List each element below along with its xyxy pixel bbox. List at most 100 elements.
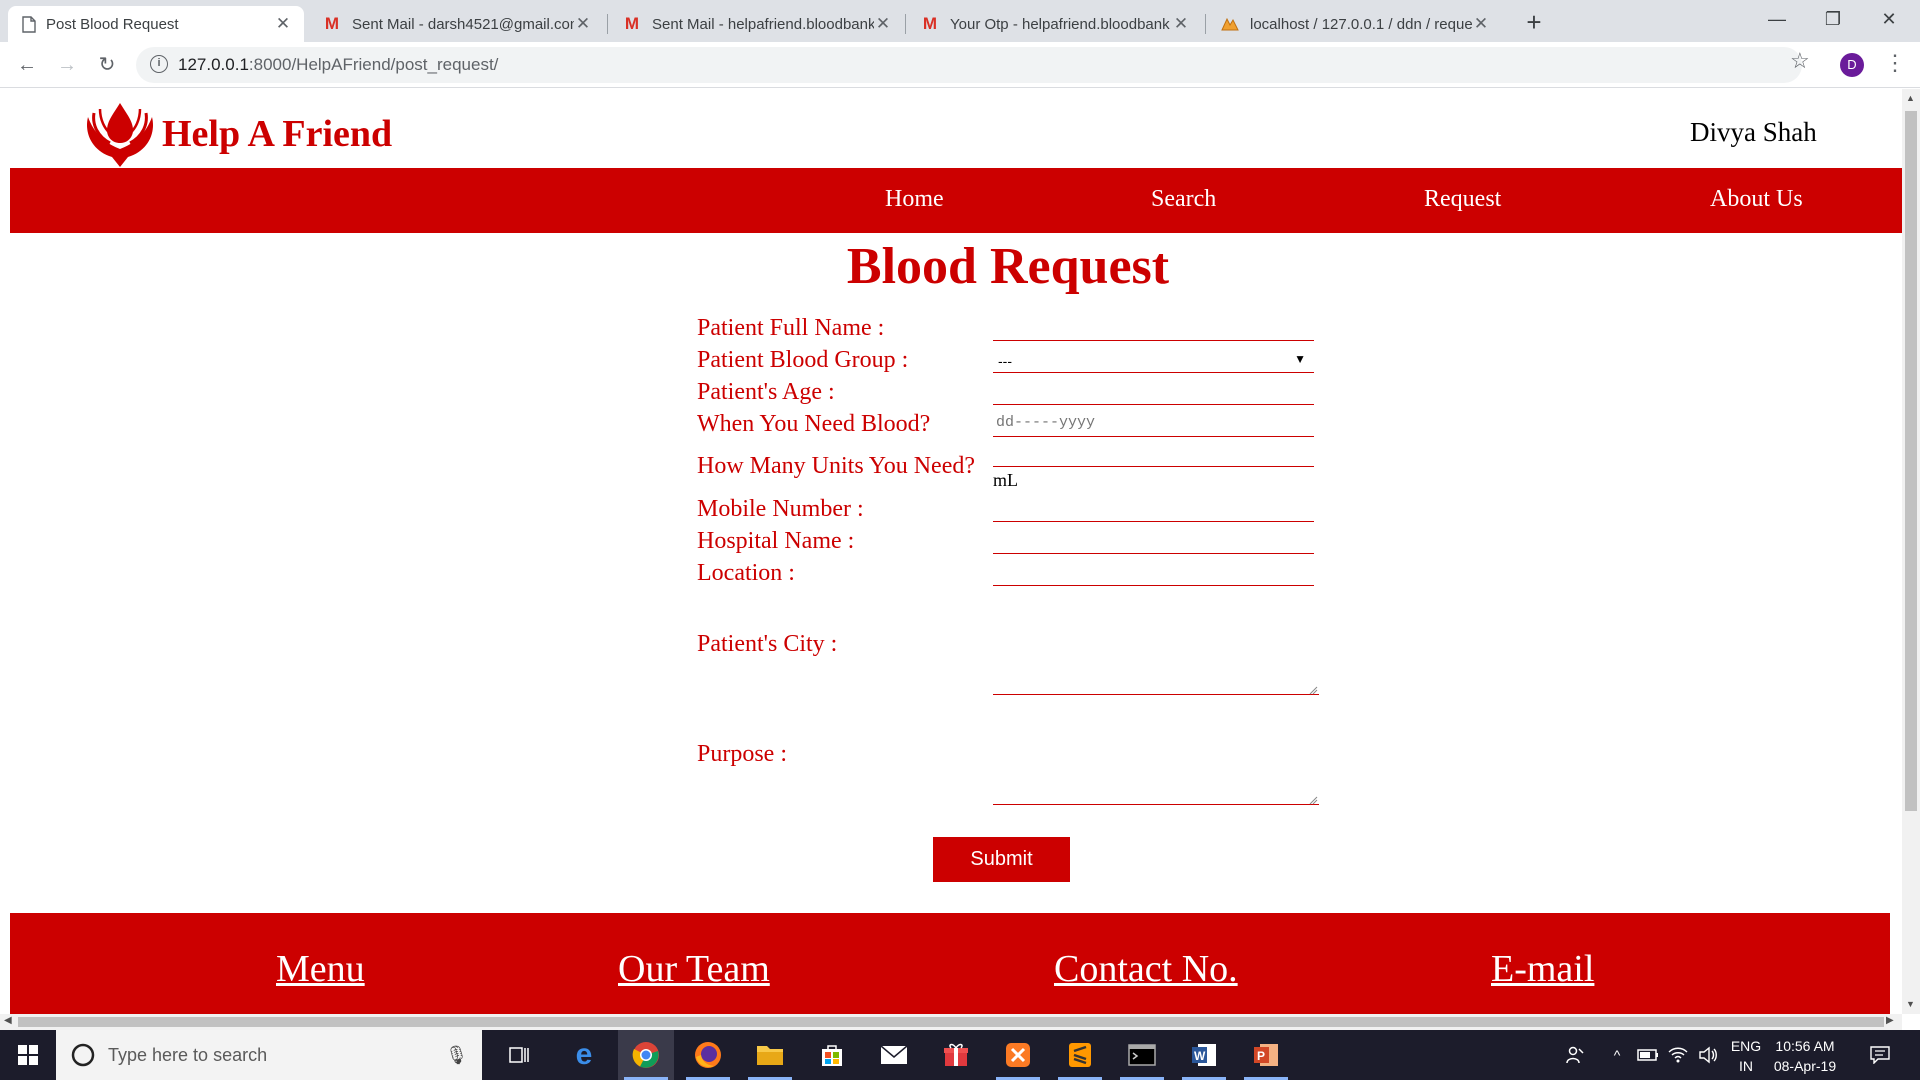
battery-icon[interactable] bbox=[1636, 1030, 1660, 1080]
forward-arrow-icon[interactable]: → bbox=[52, 50, 82, 80]
site-logo[interactable]: Help A Friend bbox=[80, 99, 392, 169]
command-prompt-icon[interactable] bbox=[1114, 1030, 1170, 1080]
browser-menu-icon[interactable]: ⋮ bbox=[1884, 50, 1906, 76]
microphone-icon[interactable]: 🎙 bbox=[445, 1045, 468, 1066]
scroll-left-arrow-icon[interactable]: ◀ bbox=[4, 1015, 12, 1026]
gmail-icon: M bbox=[624, 14, 640, 33]
scroll-down-arrow-icon[interactable]: ▼ bbox=[1906, 999, 1915, 1009]
nav-about-us[interactable]: About Us bbox=[1710, 186, 1803, 213]
age-input[interactable] bbox=[993, 377, 1314, 405]
footer-our-team-link[interactable]: Our Team bbox=[618, 947, 770, 991]
back-arrow-icon[interactable]: ← bbox=[12, 50, 42, 80]
clock-time: 10:56 AM bbox=[1775, 1038, 1835, 1054]
close-tab-icon[interactable]: ✕ bbox=[874, 14, 892, 34]
footer-contact-link[interactable]: Contact No. bbox=[1054, 947, 1238, 991]
tab-sent-mail-helpafriend[interactable]: M Sent Mail - helpafriend.bloodbank ✕ bbox=[608, 6, 904, 42]
taskbar-search-placeholder: Type here to search bbox=[108, 1044, 268, 1065]
logo-text: Help A Friend bbox=[162, 113, 393, 155]
close-tab-icon[interactable]: ✕ bbox=[574, 14, 592, 34]
nav-request[interactable]: Request bbox=[1424, 186, 1501, 213]
units-input[interactable] bbox=[993, 439, 1314, 467]
dropdown-caret-icon: ▼ bbox=[1294, 352, 1306, 366]
lang-secondary: IN bbox=[1739, 1058, 1753, 1074]
purpose-textarea[interactable] bbox=[993, 733, 1319, 805]
nav-search[interactable]: Search bbox=[1151, 186, 1216, 213]
powerpoint-icon[interactable]: P bbox=[1238, 1030, 1294, 1080]
mobile-input[interactable] bbox=[993, 494, 1314, 522]
gmail-icon: M bbox=[324, 14, 340, 33]
page-viewport: Help A Friend Divya Shah Home Search Req… bbox=[0, 89, 1902, 1014]
new-tab-button[interactable]: + bbox=[1520, 8, 1548, 36]
hospital-input[interactable] bbox=[993, 526, 1314, 554]
phpmyadmin-icon bbox=[1221, 17, 1239, 31]
chrome-icon[interactable] bbox=[618, 1030, 674, 1080]
browser-tabstrip: Post Blood Request ✕ M Sent Mail - darsh… bbox=[0, 0, 1920, 42]
bookmark-star-icon[interactable]: ☆ bbox=[1790, 48, 1810, 74]
tab-post-blood-request[interactable]: Post Blood Request ✕ bbox=[8, 6, 304, 42]
close-tab-icon[interactable]: ✕ bbox=[274, 14, 292, 34]
minimize-window-icon[interactable]: — bbox=[1750, 0, 1804, 40]
scroll-up-arrow-icon[interactable]: ▲ bbox=[1906, 93, 1915, 103]
windows-taskbar: Type here to search 🎙 e W P ^ ENG IN 10:… bbox=[0, 1030, 1920, 1080]
show-hidden-icons-chevron-icon[interactable]: ^ bbox=[1606, 1030, 1628, 1080]
tab-title: Sent Mail - helpafriend.bloodbank bbox=[652, 15, 874, 33]
page-title: Blood Request bbox=[846, 238, 1170, 295]
taskbar-search-box[interactable]: Type here to search 🎙 bbox=[56, 1030, 482, 1080]
tab-your-otp[interactable]: M Your Otp - helpafriend.bloodbank ✕ bbox=[906, 6, 1202, 42]
taskbar-clock[interactable]: 10:56 AM 08-Apr-19 bbox=[1766, 1036, 1844, 1076]
scroll-right-arrow-icon[interactable]: ▶ bbox=[1886, 1015, 1894, 1026]
page-icon bbox=[22, 15, 36, 33]
site-info-icon[interactable]: i bbox=[150, 55, 168, 73]
restore-window-icon[interactable]: ❐ bbox=[1806, 0, 1860, 40]
resize-grip-icon[interactable] bbox=[1308, 795, 1318, 805]
tab-phpmyadmin[interactable]: localhost / 127.0.0.1 / ddn / request ✕ bbox=[1206, 6, 1502, 42]
horizontal-scroll-thumb[interactable] bbox=[18, 1017, 1884, 1027]
people-icon[interactable] bbox=[1560, 1030, 1590, 1080]
footer-email-link[interactable]: E-mail bbox=[1491, 947, 1594, 991]
footer-menu-link[interactable]: Menu bbox=[276, 947, 365, 991]
vertical-scrollbar[interactable]: ▲ ▼ bbox=[1902, 89, 1920, 1014]
submit-button[interactable]: Submit bbox=[933, 837, 1070, 882]
microsoft-store-icon[interactable] bbox=[804, 1030, 860, 1080]
lang-primary: ENG bbox=[1730, 1038, 1762, 1054]
action-center-icon[interactable] bbox=[1862, 1030, 1898, 1080]
gift-app-icon[interactable] bbox=[928, 1030, 984, 1080]
address-url[interactable]: 127.0.0.1:8000/HelpAFriend/post_request/ bbox=[178, 55, 498, 75]
wifi-icon[interactable] bbox=[1666, 1030, 1690, 1080]
vertical-scroll-thumb[interactable] bbox=[1905, 111, 1917, 811]
horizontal-scrollbar[interactable]: ◀ ▶ bbox=[0, 1014, 1902, 1030]
mail-icon[interactable] bbox=[866, 1030, 922, 1080]
input-language-indicator[interactable]: ENG IN bbox=[1726, 1036, 1766, 1076]
sublime-text-icon[interactable] bbox=[1052, 1030, 1108, 1080]
volume-icon[interactable] bbox=[1696, 1030, 1720, 1080]
main-navbar: Home Search Request About Us bbox=[10, 168, 1902, 233]
blood-group-select[interactable]: --- ▼ bbox=[993, 347, 1314, 373]
profile-avatar[interactable]: D bbox=[1840, 53, 1864, 77]
windows-start-icon[interactable] bbox=[0, 1030, 56, 1080]
tab-sent-mail-darsh[interactable]: M Sent Mail - darsh4521@gmail.com ✕ bbox=[308, 6, 604, 42]
resize-grip-icon[interactable] bbox=[1308, 685, 1318, 695]
close-tab-icon[interactable]: ✕ bbox=[1472, 14, 1490, 34]
close-tab-icon[interactable]: ✕ bbox=[1172, 14, 1190, 34]
user-name[interactable]: Divya Shah bbox=[1690, 117, 1817, 148]
label-full-name: Patient Full Name : bbox=[697, 315, 885, 341]
full-name-input[interactable] bbox=[993, 313, 1314, 341]
label-purpose: Purpose : bbox=[697, 741, 787, 767]
city-textarea[interactable] bbox=[993, 623, 1319, 695]
edge-browser-icon[interactable]: e bbox=[556, 1030, 612, 1080]
reload-icon[interactable]: ↻ bbox=[92, 50, 122, 80]
need-date-input[interactable] bbox=[993, 409, 1314, 437]
address-bar[interactable]: i 127.0.0.1:8000/HelpAFriend/post_reques… bbox=[136, 47, 1802, 83]
word-icon[interactable]: W bbox=[1176, 1030, 1232, 1080]
close-window-icon[interactable]: ✕ bbox=[1862, 0, 1916, 40]
nav-home[interactable]: Home bbox=[885, 186, 944, 213]
firefox-icon[interactable] bbox=[680, 1030, 736, 1080]
xampp-icon[interactable] bbox=[990, 1030, 1046, 1080]
label-need-date: When You Need Blood? bbox=[697, 411, 931, 437]
file-explorer-icon[interactable] bbox=[742, 1030, 798, 1080]
label-units: How Many Units You Need? bbox=[697, 453, 975, 479]
browser-toolbar: ← → ↻ i 127.0.0.1:8000/HelpAFriend/post_… bbox=[0, 42, 1920, 88]
task-view-icon[interactable] bbox=[492, 1030, 548, 1080]
location-input[interactable] bbox=[993, 558, 1314, 586]
label-location: Location : bbox=[697, 560, 795, 586]
